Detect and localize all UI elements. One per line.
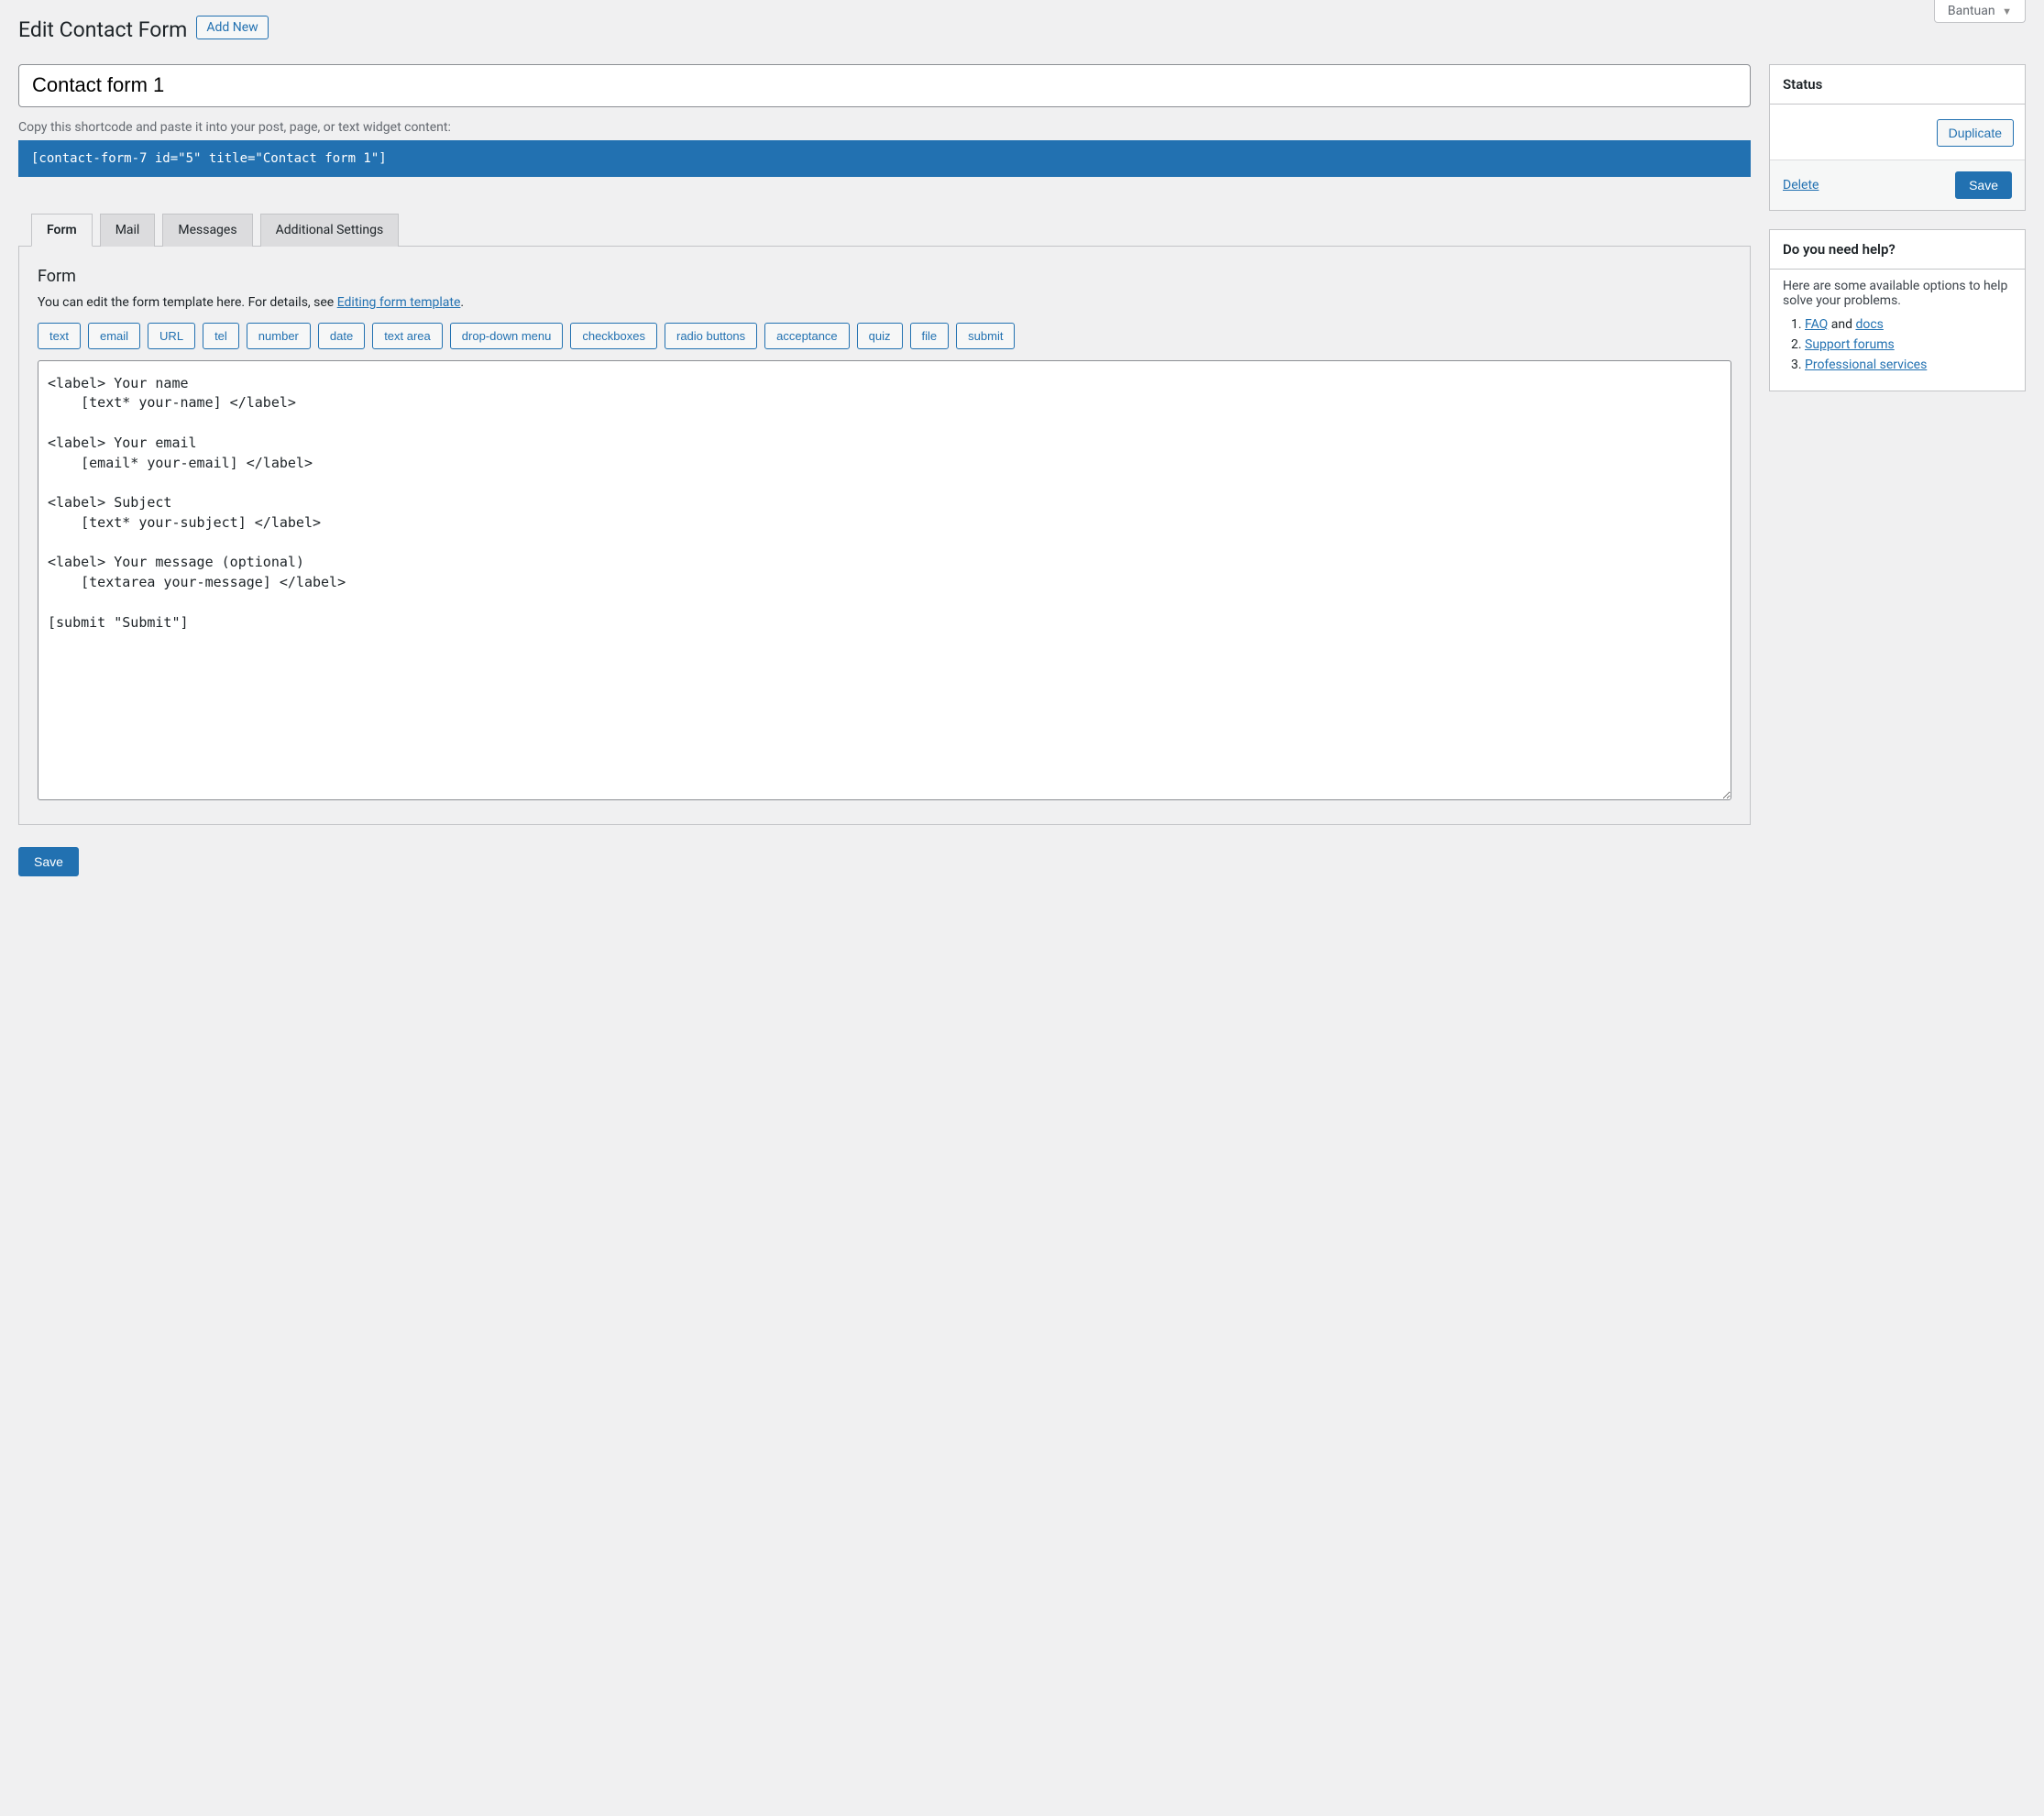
status-postbox: Status Duplicate Delete Save	[1769, 64, 2026, 211]
help-item-2: Support forums	[1805, 337, 2012, 352]
tag-dropdown-button[interactable]: drop-down menu	[450, 323, 564, 349]
shortcode-hint: Copy this shortcode and paste it into yo…	[18, 120, 1751, 135]
form-desc-prefix: You can edit the form template here. For…	[38, 295, 337, 310]
form-template-textarea[interactable]	[38, 360, 1731, 800]
help-item-1-mid: and	[1828, 317, 1855, 332]
tag-email-button[interactable]: email	[88, 323, 140, 349]
tag-textarea-button[interactable]: text area	[372, 323, 443, 349]
help-item-3: Professional services	[1805, 358, 2012, 372]
tag-radio-button[interactable]: radio buttons	[665, 323, 757, 349]
form-desc-suffix: .	[460, 295, 464, 310]
form-panel: Form You can edit the form template here…	[18, 246, 1751, 825]
help-toggle-label: Bantuan	[1948, 4, 1995, 18]
tag-acceptance-button[interactable]: acceptance	[764, 323, 850, 349]
tag-number-button[interactable]: number	[247, 323, 311, 349]
delete-link[interactable]: Delete	[1783, 178, 1819, 193]
tab-mail[interactable]: Mail	[100, 214, 156, 247]
tab-form[interactable]: Form	[31, 214, 93, 247]
help-toggle[interactable]: Bantuan ▼	[1934, 0, 2026, 23]
page-title: Edit Contact Form	[18, 17, 187, 42]
tag-quiz-button[interactable]: quiz	[857, 323, 903, 349]
docs-link[interactable]: docs	[1855, 317, 1883, 332]
add-new-button[interactable]: Add New	[196, 16, 268, 39]
help-postbox: Do you need help? Here are some availabl…	[1769, 229, 2026, 391]
tag-submit-button[interactable]: submit	[956, 323, 1015, 349]
tag-tel-button[interactable]: tel	[203, 323, 239, 349]
help-intro: Here are some available options to help …	[1783, 279, 2012, 308]
support-forums-link[interactable]: Support forums	[1805, 337, 1895, 352]
tag-buttons: text email URL tel number date text area…	[38, 323, 1731, 349]
tag-checkboxes-button[interactable]: checkboxes	[570, 323, 657, 349]
faq-link[interactable]: FAQ	[1805, 317, 1828, 332]
status-title: Status	[1770, 65, 2025, 105]
help-item-1: FAQ and docs	[1805, 317, 2012, 332]
save-bottom-button[interactable]: Save	[18, 847, 79, 876]
tab-additional-settings[interactable]: Additional Settings	[260, 214, 400, 247]
tag-file-button[interactable]: file	[910, 323, 950, 349]
tab-nav: Form Mail Messages Additional Settings	[18, 214, 1751, 247]
shortcode-box[interactable]: [contact-form-7 id="5" title="Contact fo…	[18, 140, 1751, 177]
tab-messages[interactable]: Messages	[162, 214, 252, 247]
tag-date-button[interactable]: date	[318, 323, 365, 349]
help-title: Do you need help?	[1770, 230, 2025, 270]
professional-services-link[interactable]: Professional services	[1805, 358, 1927, 372]
form-panel-desc: You can edit the form template here. For…	[38, 295, 1731, 310]
tag-text-button[interactable]: text	[38, 323, 81, 349]
save-button[interactable]: Save	[1955, 171, 2012, 199]
help-list: FAQ and docs Support forums Professional…	[1783, 317, 2012, 372]
tag-url-button[interactable]: URL	[148, 323, 195, 349]
chevron-down-icon: ▼	[2002, 6, 2012, 17]
form-panel-heading: Form	[38, 267, 1731, 286]
form-title-input[interactable]	[18, 64, 1751, 107]
editing-template-link[interactable]: Editing form template	[337, 295, 461, 310]
duplicate-button[interactable]: Duplicate	[1937, 119, 2014, 147]
